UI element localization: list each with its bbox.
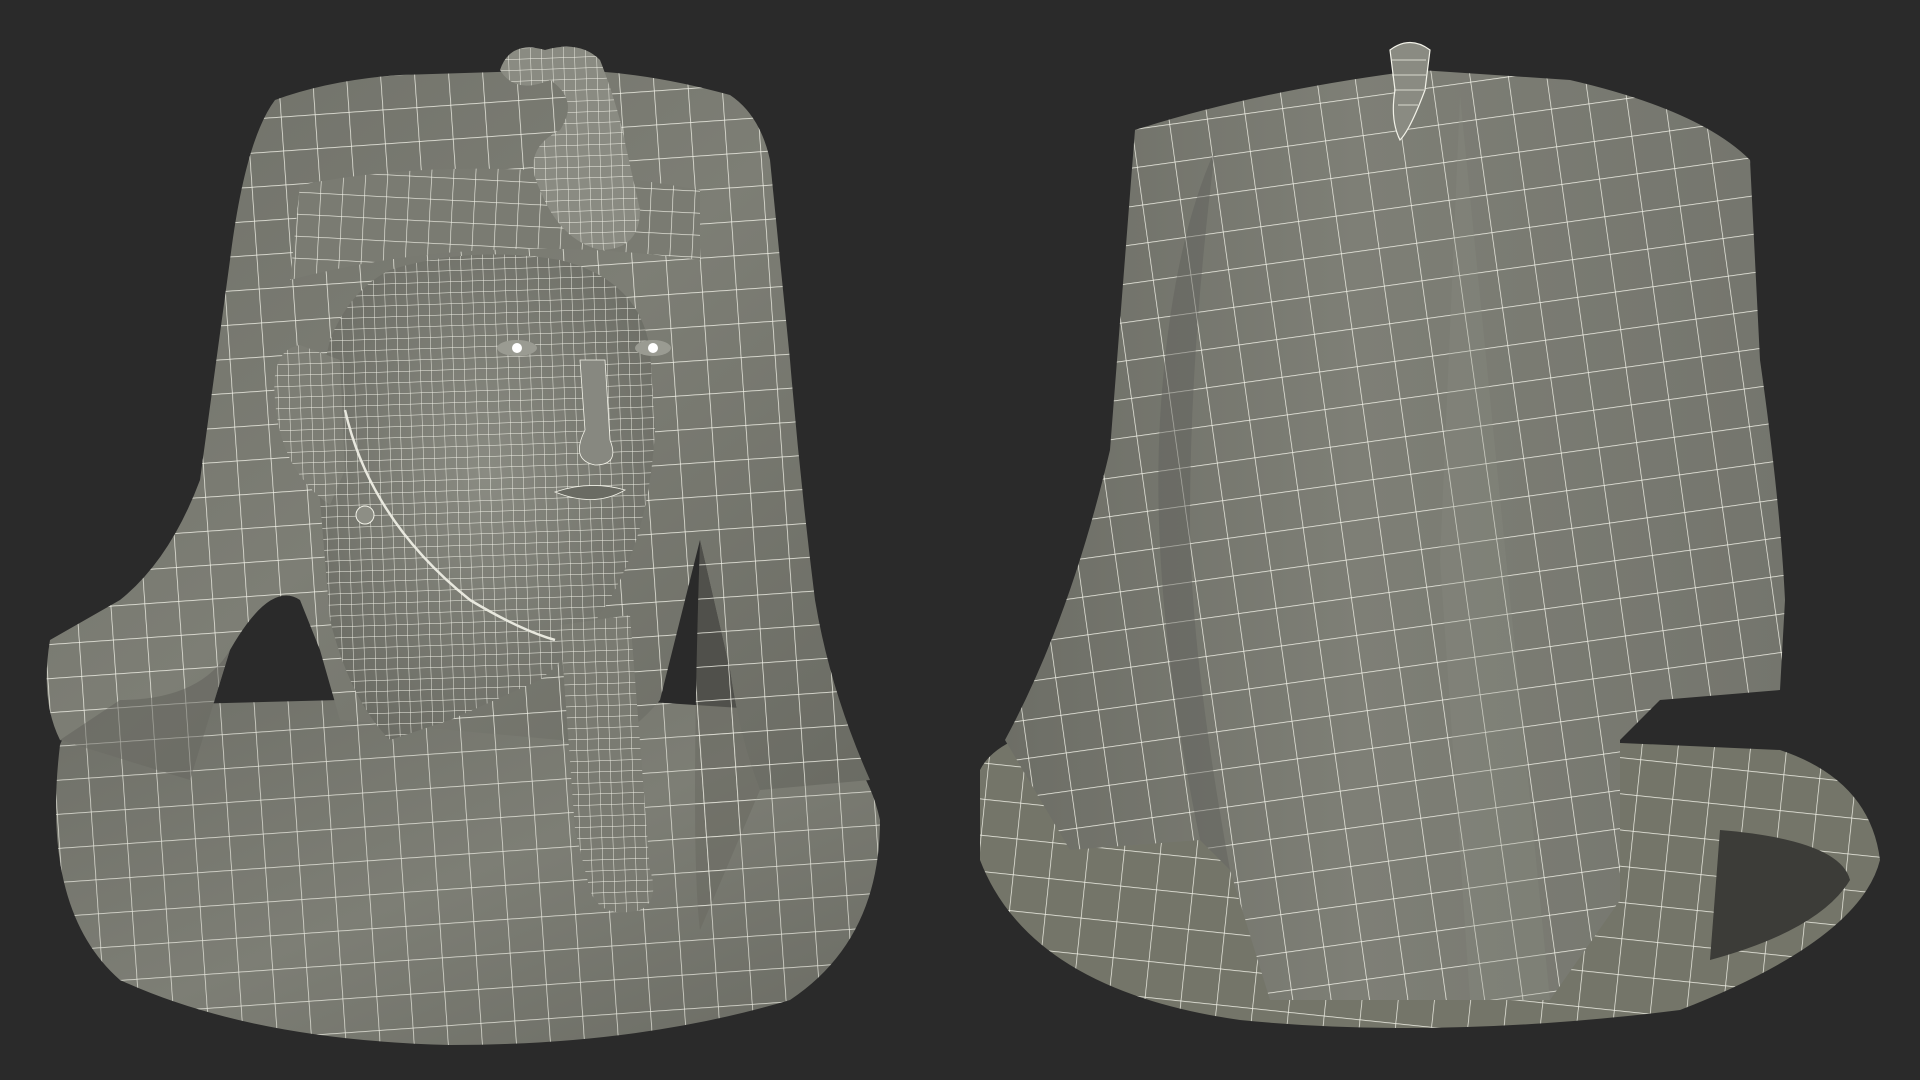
eye-left	[497, 340, 537, 356]
front-view-svg	[46, 46, 880, 1045]
back-view-render	[960, 0, 1920, 1080]
front-view-render	[0, 0, 960, 1080]
eye-right	[635, 340, 671, 356]
render-canvas	[0, 0, 1920, 1080]
back-view-svg	[980, 41, 1880, 1028]
